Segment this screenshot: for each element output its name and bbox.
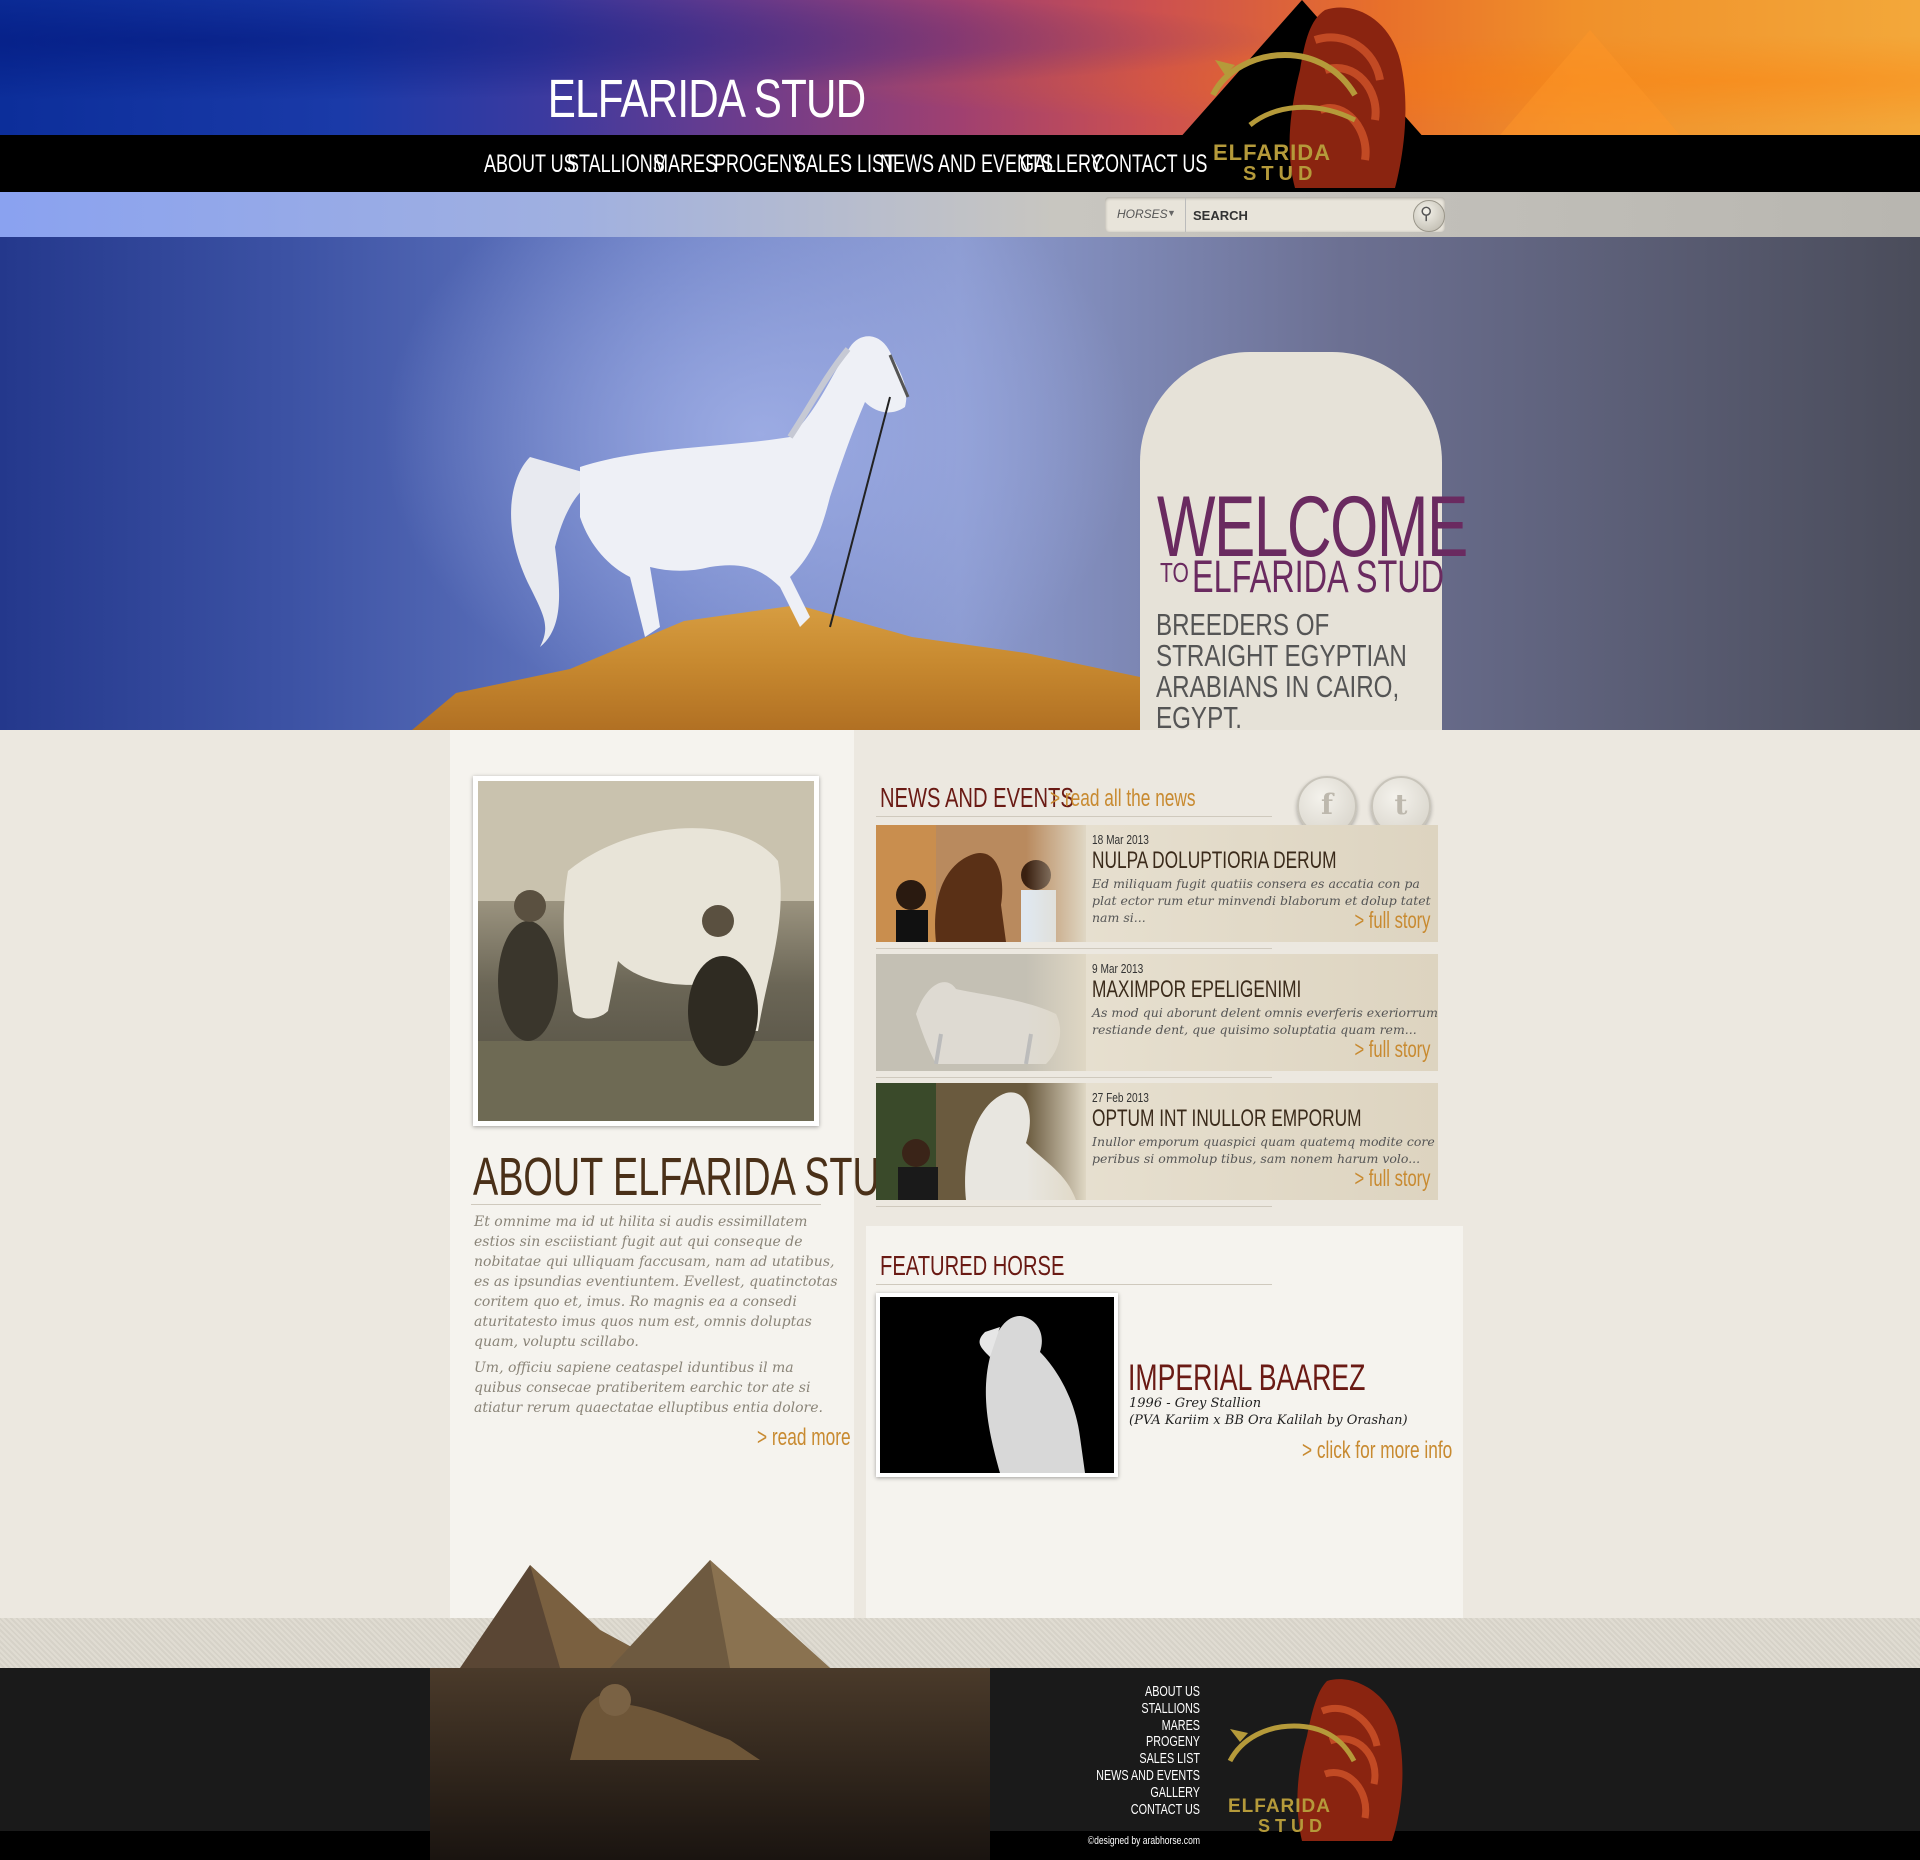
news-full-story-link[interactable]: > full story bbox=[1354, 1165, 1430, 1192]
about-photo-image bbox=[478, 781, 814, 1121]
footer-logo-sub: STUD bbox=[1258, 1816, 1327, 1836]
news-date: 27 Feb 2013 bbox=[1092, 1090, 1149, 1105]
news-title: NEWS AND EVENTS bbox=[880, 782, 1074, 813]
footer-nav: ABOUT US STALLIONS MARES PROGENY SALES L… bbox=[1000, 1683, 1200, 1819]
welcome-tagline: BREEDERS OF STRAIGHT EGYPTIAN ARABIANS I… bbox=[1156, 607, 1407, 735]
news-separator bbox=[876, 1077, 1272, 1078]
chevron-down-icon: ▼ bbox=[1167, 208, 1176, 218]
footer-logo-name: ELFARIDA bbox=[1228, 1796, 1331, 1817]
hero-horse-image bbox=[511, 336, 910, 647]
featured-more-info-link[interactable]: > click for more info bbox=[1302, 1437, 1452, 1465]
news-separator bbox=[876, 948, 1272, 949]
news-divider bbox=[876, 816, 1272, 817]
welcome-to: TO bbox=[1160, 557, 1189, 588]
about-paragraph-2: Um, officiu sapiene ceataspel iduntibus … bbox=[474, 1360, 823, 1416]
news-date: 18 Mar 2013 bbox=[1092, 832, 1149, 847]
news-thumbnail-fade bbox=[1026, 825, 1086, 942]
news-headline[interactable]: NULPA DOLUPTIORIA DERUM bbox=[1092, 847, 1337, 875]
news-headline[interactable]: MAXIMPOR EPELIGENIMI bbox=[1092, 976, 1301, 1004]
footer-nav-stallions[interactable]: STALLIONS bbox=[1056, 1700, 1200, 1718]
news-thumbnail-fade bbox=[1026, 1083, 1086, 1200]
footer-nav-sales-list[interactable]: SALES LIST bbox=[1056, 1750, 1200, 1768]
search-button[interactable]: ⚲ bbox=[1413, 200, 1445, 232]
footer-nav-progeny[interactable]: PROGENY bbox=[1056, 1734, 1200, 1751]
news-read-all-link[interactable]: > read all the news bbox=[1050, 785, 1196, 813]
news-excerpt: Inullor emporum quaspici quam quatemq mo… bbox=[1092, 1134, 1435, 1166]
site-title[interactable]: ELFARIDA STUD bbox=[548, 68, 866, 130]
news-headline[interactable]: OPTUM INT INULLOR EMPORUM bbox=[1092, 1105, 1361, 1133]
main-nav: ABOUT US STALLIONS MARES PROGENY SALES L… bbox=[484, 150, 1207, 179]
about-divider bbox=[471, 1204, 821, 1205]
footer-nav-gallery[interactable]: GALLERY bbox=[1056, 1784, 1200, 1802]
search-strip bbox=[0, 192, 1920, 237]
nav-about-us[interactable]: ABOUT US bbox=[484, 150, 576, 179]
news-thumbnail-fade bbox=[1026, 954, 1086, 1071]
footer-nav-mares[interactable]: MARES bbox=[1056, 1717, 1200, 1735]
search-box: HORSES ▼ ⚲ bbox=[1105, 197, 1445, 232]
news-full-story-link[interactable]: > full story bbox=[1354, 907, 1430, 934]
nav-contact-us[interactable]: CONTACT US bbox=[1092, 150, 1207, 179]
footer-nav-contact-us[interactable]: CONTACT US bbox=[1056, 1801, 1200, 1819]
footer-logo[interactable]: ELFARIDA STUD bbox=[1222, 1676, 1422, 1846]
footer-nav-about-us[interactable]: ABOUT US bbox=[1056, 1683, 1200, 1701]
search-input[interactable] bbox=[1191, 200, 1395, 230]
featured-horse-name[interactable]: IMPERIAL BAAREZ bbox=[1128, 1357, 1365, 1399]
about-paragraph-1: Et omnime ma id ut hilita si audis essim… bbox=[474, 1214, 838, 1350]
logo-sub: STUD bbox=[1243, 163, 1318, 185]
search-icon: ⚲ bbox=[1420, 204, 1433, 223]
footer-nav-news-and-events[interactable]: NEWS AND EVENTS bbox=[1056, 1767, 1200, 1785]
news-date: 9 Mar 2013 bbox=[1092, 961, 1144, 976]
header-logo[interactable]: ELFARIDA STUD bbox=[1205, 0, 1435, 192]
header-pyramid-graphic bbox=[1500, 30, 1680, 135]
search-category-label: HORSES bbox=[1117, 207, 1168, 221]
welcome-subtitle: ELFARIDA STUD bbox=[1192, 551, 1445, 602]
news-item[interactable]: 27 Feb 2013 OPTUM INT INULLOR EMPORUM In… bbox=[876, 1083, 1438, 1200]
hero-banner bbox=[0, 237, 1920, 730]
featured-photo-image bbox=[880, 1297, 1114, 1473]
nav-stallions[interactable]: STALLIONS bbox=[567, 150, 665, 179]
about-title: ABOUT ELFARIDA STUD bbox=[473, 1147, 908, 1207]
footer-pyramids-image bbox=[430, 1560, 990, 1860]
welcome-dome-shape bbox=[1224, 352, 1358, 412]
twitter-icon: t bbox=[1394, 788, 1408, 821]
featured-title: FEATURED HORSE bbox=[880, 1250, 1065, 1281]
footer-credit: ©designed by arabhorse.com bbox=[1087, 1835, 1200, 1847]
news-item[interactable]: 9 Mar 2013 MAXIMPOR EPELIGENIMI As mod q… bbox=[876, 954, 1438, 1071]
featured-horse-pedigree: (PVA Kariim x BB Ora Kalilah by Orashan) bbox=[1129, 1413, 1408, 1428]
facebook-icon: f bbox=[1320, 788, 1334, 821]
news-full-story-link[interactable]: > full story bbox=[1354, 1036, 1430, 1063]
search-category-select[interactable]: HORSES ▼ bbox=[1105, 197, 1186, 232]
news-excerpt: As mod qui aborunt delent omnis everferi… bbox=[1092, 1005, 1438, 1037]
featured-divider bbox=[876, 1284, 1272, 1285]
featured-photo[interactable] bbox=[876, 1293, 1118, 1477]
news-separator bbox=[876, 1206, 1272, 1207]
nav-mares[interactable]: MARES bbox=[653, 150, 717, 179]
nav-progeny[interactable]: PROGENY bbox=[714, 150, 804, 179]
nav-gallery[interactable]: GALLERY bbox=[1020, 150, 1103, 179]
featured-horse-detail: 1996 - Grey Stallion bbox=[1129, 1396, 1262, 1411]
about-read-more-link[interactable]: > read more bbox=[757, 1424, 851, 1452]
about-photo bbox=[473, 776, 819, 1126]
news-item[interactable]: 18 Mar 2013 NULPA DOLUPTIORIA DERUM Ed m… bbox=[876, 825, 1438, 942]
